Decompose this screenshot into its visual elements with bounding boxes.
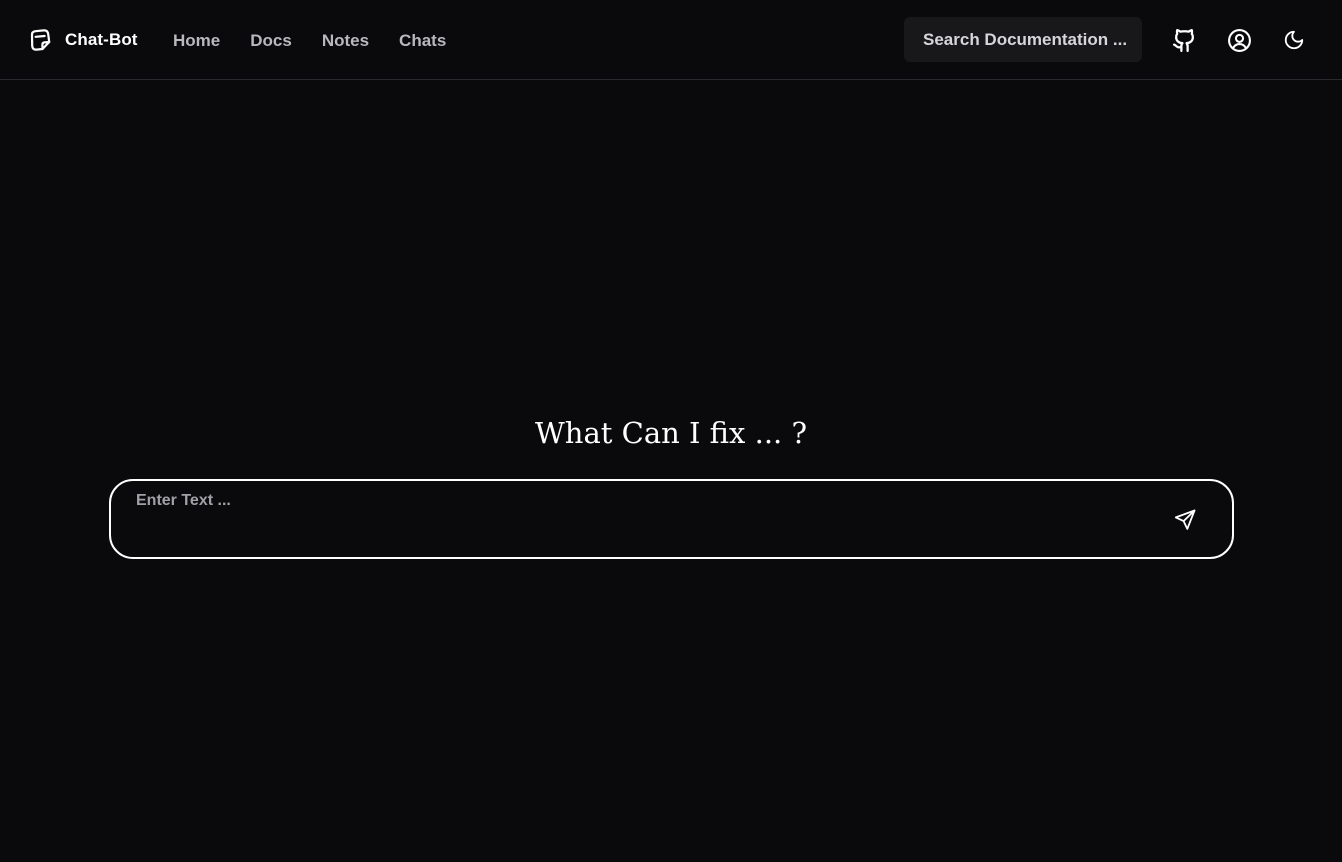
search-documentation-button[interactable]: Search Documentation ...: [904, 17, 1142, 62]
brand-link[interactable]: Chat-Bot: [27, 26, 138, 54]
brand-name: Chat-Bot: [65, 30, 138, 49]
chat-input[interactable]: [136, 491, 1156, 547]
nav-home-link[interactable]: Home: [173, 30, 220, 52]
moon-icon[interactable]: [1281, 27, 1307, 53]
top-navbar: Chat-Bot Home Docs Notes Chats Search Do…: [0, 0, 1342, 80]
send-icon[interactable]: [1172, 507, 1198, 533]
app-root: Chat-Bot Home Docs Notes Chats Search Do…: [0, 0, 1342, 862]
main-nav: Home Docs Notes Chats: [173, 30, 446, 52]
page-title: What Can I fix ... ?: [534, 416, 808, 450]
nav-docs-link[interactable]: Docs: [250, 30, 292, 52]
chat-input-container: [109, 479, 1234, 559]
sticker-icon: [27, 27, 53, 53]
user-circle-icon[interactable]: [1226, 27, 1252, 53]
github-icon[interactable]: [1171, 27, 1197, 53]
nav-notes-link[interactable]: Notes: [322, 30, 369, 52]
nav-chats-link[interactable]: Chats: [399, 30, 446, 52]
search-label: Search Documentation ...: [923, 29, 1128, 49]
